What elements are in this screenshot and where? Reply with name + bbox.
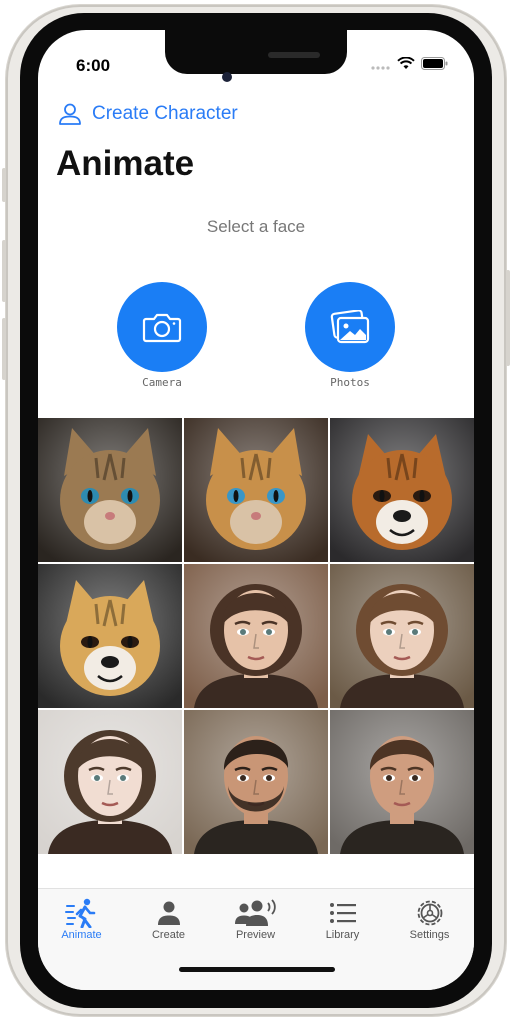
create-character-label: Create Character	[92, 103, 238, 124]
face-tile-shiba-dog[interactable]	[330, 418, 474, 562]
person-icon	[157, 901, 180, 925]
camera-icon	[142, 313, 182, 343]
battery-icon	[421, 57, 448, 70]
speaker-grille	[268, 52, 320, 58]
woman-curly-thumbnail	[38, 710, 182, 854]
front-camera	[222, 72, 232, 82]
face-tile-tabby-cat[interactable]	[38, 418, 182, 562]
tab-library-label: Library	[325, 929, 360, 941]
tab-bar: Animate Create Preview Library Settings	[38, 888, 474, 990]
tab-settings[interactable]: Settings	[386, 897, 473, 941]
list-icon	[329, 903, 356, 923]
device-mockup: 6:00 Create Character Animate Select a f…	[0, 0, 512, 1021]
side-button-right	[506, 270, 510, 366]
tabby-cat-thumbnail	[38, 418, 182, 562]
woman-glitter-thumbnail	[330, 564, 474, 708]
face-tile-man-young[interactable]	[330, 710, 474, 854]
woman-bob-thumbnail	[184, 564, 328, 708]
camera-action[interactable]: Camera	[117, 282, 207, 389]
tab-library[interactable]: Library	[299, 897, 386, 941]
face-tile-shiba-dog-2[interactable]	[38, 564, 182, 708]
face-tile-woman-curly[interactable]	[38, 710, 182, 854]
orange-kitten-thumbnail	[184, 418, 328, 562]
tab-create-label: Create	[151, 929, 186, 941]
photos-action[interactable]: Photos	[305, 282, 395, 389]
page-title: Animate	[56, 144, 195, 183]
side-button-left-2	[2, 240, 6, 302]
gear-icon	[417, 900, 442, 926]
tab-preview[interactable]: Preview	[212, 897, 299, 941]
person-outline-icon	[59, 103, 81, 125]
tab-create[interactable]: Create	[125, 897, 212, 941]
shiba-dog-thumbnail	[330, 418, 474, 562]
app-screen: 6:00 Create Character Animate Select a f…	[38, 30, 474, 990]
camera-button[interactable]	[117, 282, 207, 372]
select-face-prompt: Select a face	[206, 217, 306, 236]
photos-icon	[330, 310, 370, 344]
photos-label: Photos	[330, 376, 370, 389]
face-grid	[38, 418, 474, 854]
shiba-dog-2-thumbnail	[38, 564, 182, 708]
photos-button[interactable]	[305, 282, 395, 372]
side-button-left-1	[2, 168, 6, 202]
side-button-left-3	[2, 318, 6, 380]
face-tile-man-beard[interactable]	[184, 710, 328, 854]
tab-settings-label: Settings	[409, 929, 450, 941]
face-tile-woman-glitter[interactable]	[330, 564, 474, 708]
create-character-button[interactable]: Create Character	[58, 102, 238, 126]
status-time: 6:00	[76, 56, 111, 75]
status-icons	[371, 57, 448, 70]
camera-label: Camera	[142, 376, 182, 389]
wifi-icon	[397, 57, 415, 69]
cellular-signal-icon	[371, 65, 390, 70]
tab-animate[interactable]: Animate	[38, 897, 125, 941]
face-tile-orange-kitten[interactable]	[184, 418, 328, 562]
face-tile-woman-bob[interactable]	[184, 564, 328, 708]
notch	[165, 30, 347, 74]
man-beard-thumbnail	[184, 710, 328, 854]
man-young-thumbnail	[330, 710, 474, 854]
people-speaking-icon	[234, 899, 276, 926]
tab-preview-label: Preview	[235, 929, 276, 941]
home-indicator	[179, 967, 335, 972]
walking-person-icon	[64, 898, 95, 928]
tab-animate-label: Animate	[61, 929, 102, 941]
